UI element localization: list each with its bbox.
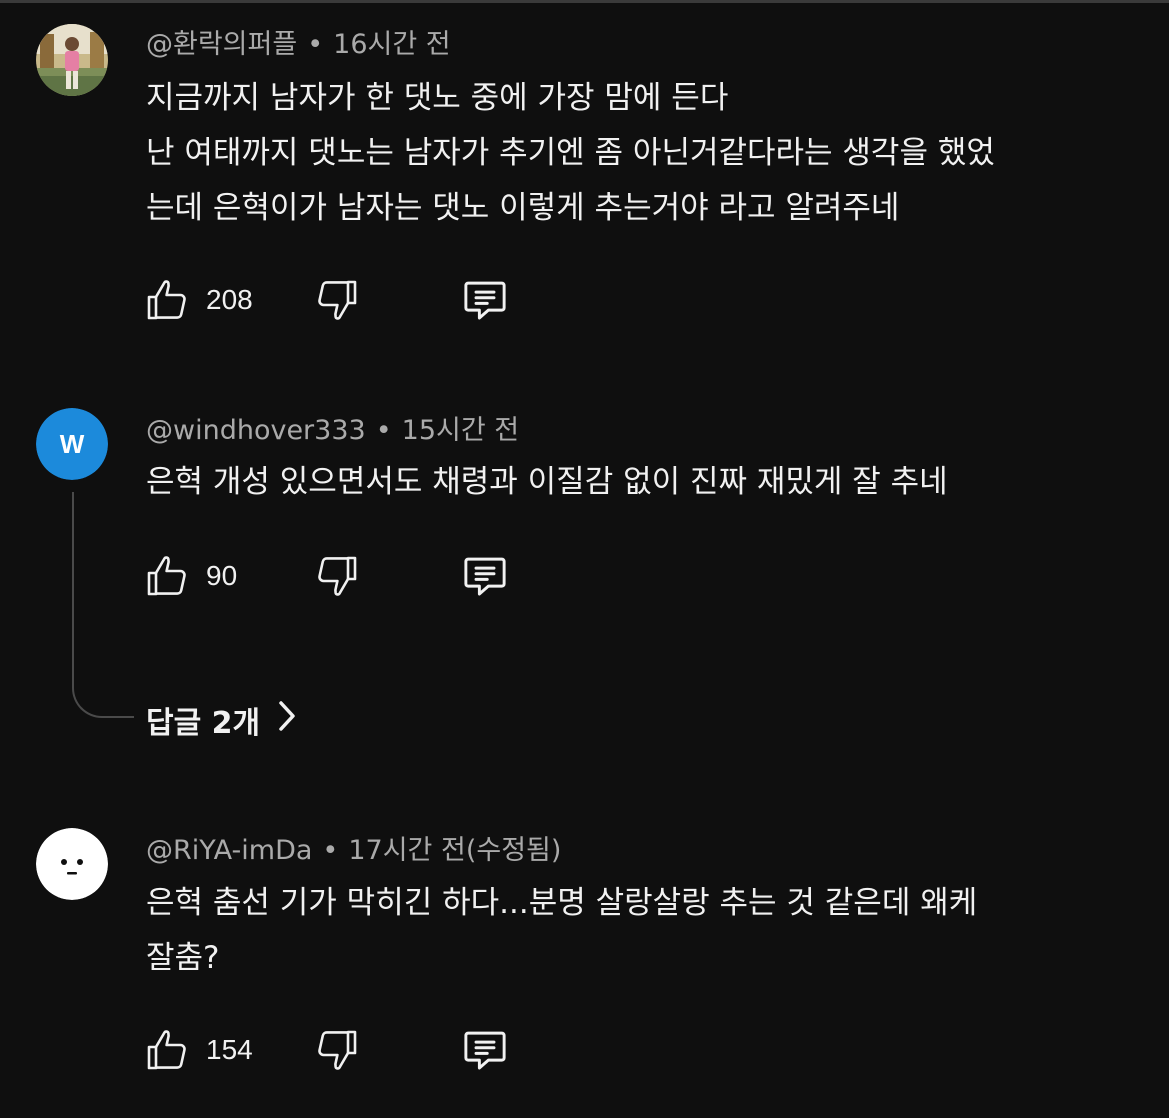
thumbs-up-icon [144, 1026, 192, 1074]
thumbs-down-icon [312, 276, 360, 324]
comment-actions: 90 [144, 550, 544, 602]
dislike-button[interactable] [312, 550, 360, 602]
avatar[interactable] [36, 24, 108, 96]
comment-icon [458, 549, 512, 603]
chevron-right-icon [260, 699, 298, 741]
comment-text-line: 지금까지 남자가 한 댓노 중에 가장 맘에 든다 [146, 80, 729, 116]
like-count: 90 [206, 560, 238, 591]
timestamp[interactable]: 17시간 전(수정됨) [348, 835, 561, 866]
avatar[interactable]: W [36, 408, 108, 480]
separator-dot: • [375, 415, 392, 446]
comment-meta: @환락의퍼플 • 16시간 전 [146, 28, 451, 62]
reply-button[interactable] [458, 274, 512, 326]
comment-text-line: 잘춤? [146, 940, 220, 976]
separator-dot: • [307, 29, 324, 60]
comment-meta: @RiYA-imDa • 17시간 전(수정됨) [146, 834, 561, 868]
comment-meta: @windhover333 • 15시간 전 [146, 414, 519, 448]
like-button[interactable]: 154 [144, 1024, 253, 1076]
thread-connector-line [72, 492, 134, 718]
avatar[interactable] [36, 828, 108, 900]
dislike-button[interactable] [312, 1024, 360, 1076]
comment-icon [458, 1023, 512, 1077]
dislike-button[interactable] [312, 274, 360, 326]
comment-icon [458, 273, 512, 327]
thumbs-up-icon [144, 276, 192, 324]
thumbs-down-icon [312, 1026, 360, 1074]
comment-text: 은혁 개성 있으면서도 채령과 이질감 없이 진짜 재밌게 잘 추네 [146, 455, 1106, 510]
comment-actions: 154 [144, 1024, 544, 1076]
author-name[interactable]: @환락의퍼플 [146, 29, 297, 60]
author-name[interactable]: @RiYA-imDa [146, 835, 312, 866]
comment-text-line: 은혁 춤선 기가 막히긴 하다...분명 살랑살랑 추는 것 같은데 왜케 [146, 885, 978, 921]
thumbs-down-icon [312, 552, 360, 600]
separator-dot: • [322, 835, 339, 866]
view-replies-button[interactable]: 답글 2개 [146, 699, 298, 741]
like-count: 208 [206, 284, 253, 315]
comment-text-line: 는데 은혁이가 남자는 댓노 이렇게 추는거야 라고 알려주네 [146, 190, 900, 226]
comment-text-line: 은혁 개성 있으면서도 채령과 이질감 없이 진짜 재밌게 잘 추네 [146, 464, 948, 500]
author-name[interactable]: @windhover333 [146, 415, 366, 446]
like-button[interactable]: 90 [144, 550, 237, 602]
comment-text: 지금까지 남자가 한 댓노 중에 가장 맘에 든다 난 여태까지 댓노는 남자가… [146, 71, 1106, 236]
avatar-letter: W [60, 429, 85, 459]
replies-count-label: 답글 2개 [146, 706, 261, 741]
timestamp[interactable]: 16시간 전 [333, 29, 450, 60]
comment-text: 은혁 춤선 기가 막히긴 하다...분명 살랑살랑 추는 것 같은데 왜케 잘춤… [146, 876, 1106, 986]
like-count: 154 [206, 1034, 253, 1065]
top-divider [0, 0, 1169, 3]
reply-button[interactable] [458, 1024, 512, 1076]
timestamp[interactable]: 15시간 전 [402, 415, 519, 446]
comment-text-line: 난 여태까지 댓노는 남자가 추기엔 좀 아닌거같다라는 생각을 했었 [146, 135, 995, 171]
comment-actions: 208 [144, 274, 544, 326]
like-button[interactable]: 208 [144, 274, 253, 326]
reply-button[interactable] [458, 550, 512, 602]
thumbs-up-icon [144, 552, 192, 600]
